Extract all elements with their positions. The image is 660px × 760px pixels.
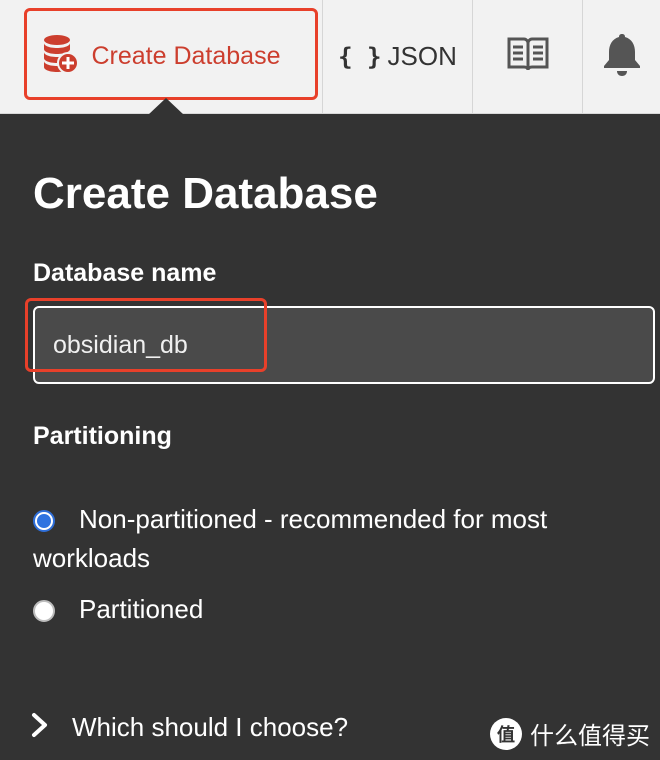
braces-icon: { }	[338, 42, 382, 71]
docs-button[interactable]	[472, 0, 582, 113]
database-plus-icon	[41, 33, 80, 80]
which-should-i-choose-text: Which should I choose?	[72, 712, 349, 742]
option-partitioned-label[interactable]: Partitioned	[79, 590, 203, 629]
option-non-partitioned-label[interactable]: Non-partitioned - recommended for most w…	[33, 500, 633, 578]
watermark-logo: 值	[490, 717, 522, 750]
which-should-i-choose-link[interactable]: Which should I choose?	[30, 712, 348, 743]
create-database-label: Create Database	[91, 42, 281, 70]
json-button[interactable]: { } JSON	[322, 0, 472, 113]
json-label: JSON	[387, 41, 457, 71]
database-name-field	[33, 306, 655, 384]
radio-partitioned[interactable]	[33, 600, 55, 622]
watermark-text: 什么值得买	[530, 723, 650, 750]
notifications-button[interactable]	[582, 0, 660, 113]
bell-icon	[602, 32, 642, 81]
chevron-right-icon	[30, 712, 50, 743]
page-title: Create Database	[33, 169, 378, 218]
database-name-label: Database name	[33, 259, 217, 287]
database-name-input[interactable]	[35, 308, 653, 382]
popover-caret	[148, 98, 184, 115]
partitioning-label: Partitioning	[33, 422, 172, 450]
watermark: 值 什么值得买	[490, 716, 650, 751]
create-database-button[interactable]: Create Database	[0, 0, 322, 113]
top-toolbar: Create Database { } JSON	[0, 0, 660, 114]
book-icon	[507, 36, 549, 77]
